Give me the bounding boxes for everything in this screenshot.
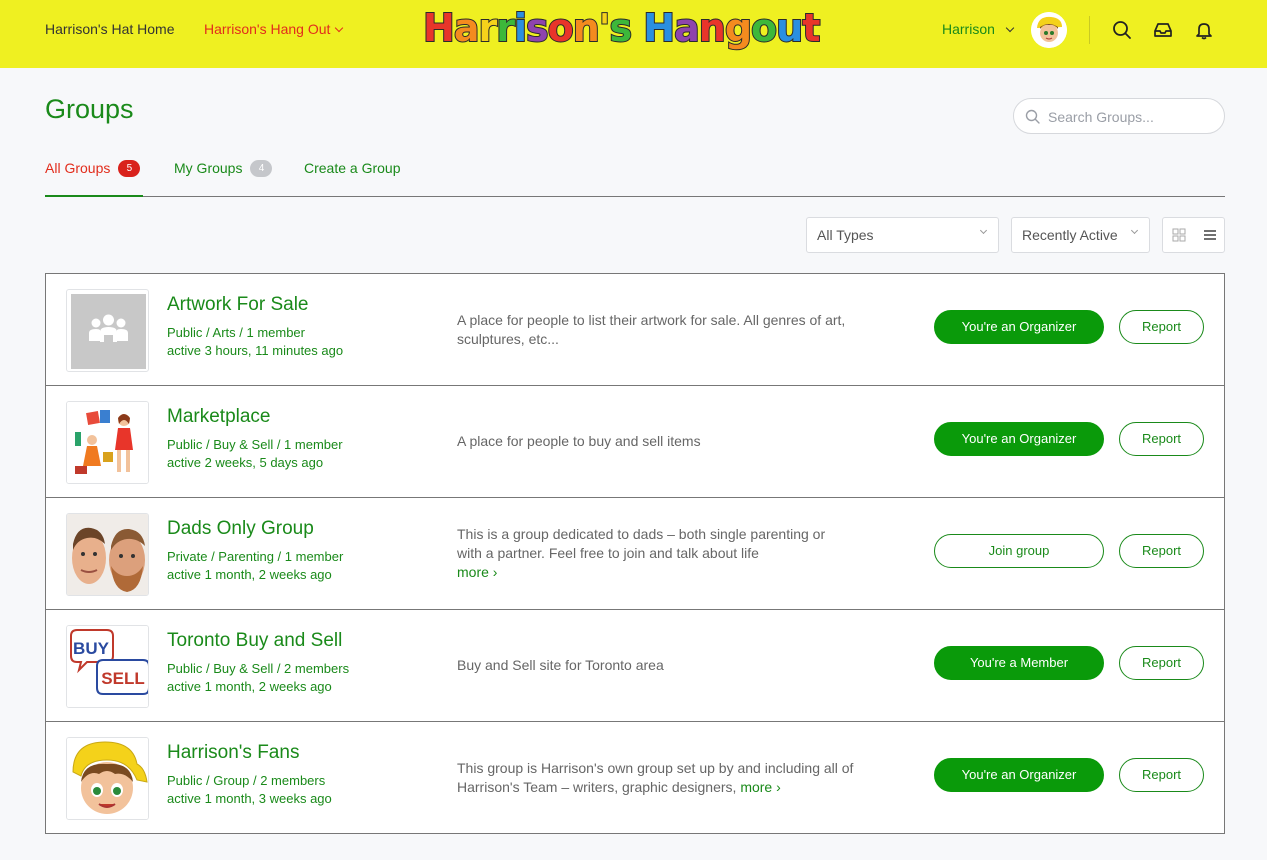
group-order-value: Recently Active xyxy=(1022,227,1118,243)
avatar[interactable] xyxy=(1031,12,1067,48)
group-last-active: active 1 month, 2 weeks ago xyxy=(167,567,332,582)
list-view-button[interactable] xyxy=(1194,218,1225,252)
group-row: Artwork For Sale Public / Arts / 1 membe… xyxy=(46,274,1224,386)
group-row: Harrison's Fans Public / Group / 2 membe… xyxy=(46,722,1224,834)
nav-hangout-label: Harrison's Hang Out xyxy=(204,21,331,37)
group-description-text: Buy and Sell site for Toronto area xyxy=(457,657,664,673)
group-avatar[interactable] xyxy=(66,513,149,596)
search-groups-input[interactable] xyxy=(1048,107,1213,127)
organizer-button[interactable]: You're an Organizer xyxy=(934,310,1104,344)
group-name[interactable]: Artwork For Sale xyxy=(167,294,308,316)
nav-hangout-menu[interactable]: Harrison's Hang Out xyxy=(204,21,344,37)
group-type-info: Public / Buy & Sell / 2 members xyxy=(167,661,350,676)
chevron-down-icon xyxy=(979,226,988,235)
organizer-button[interactable]: You're an Organizer xyxy=(934,422,1104,456)
group-tabs: All Groups 5 My Groups 4 Create a Group xyxy=(45,158,1225,197)
group-meta: Public / Buy & Sell / 2 members active 1… xyxy=(167,660,349,696)
chevron-down-icon xyxy=(335,23,344,32)
group-type-info: Public / Group / 2 members xyxy=(167,773,326,788)
group-description-text: A place for people to list their artwork… xyxy=(457,312,846,347)
report-button[interactable]: Report xyxy=(1119,758,1204,792)
report-button[interactable]: Report xyxy=(1119,422,1204,456)
group-type-info: Private / Parenting / 1 member xyxy=(167,549,344,564)
organizer-button[interactable]: You're an Organizer xyxy=(934,758,1104,792)
site-logo[interactable]: Harrison's Hangout xyxy=(422,4,821,52)
nav-hat-home-link[interactable]: Harrison's Hat Home xyxy=(45,21,175,37)
user-menu[interactable]: Harrison xyxy=(942,21,1015,37)
group-name[interactable]: Toronto Buy and Sell xyxy=(167,630,342,652)
report-button[interactable]: Report xyxy=(1119,646,1204,680)
user-name-label: Harrison xyxy=(942,21,995,37)
tab-create-group-label: Create a Group xyxy=(304,160,401,176)
all-groups-count-badge: 5 xyxy=(118,159,141,177)
group-description: This is a group dedicated to dads – both… xyxy=(457,525,842,582)
group-description: Buy and Sell site for Toronto area xyxy=(457,656,857,675)
group-type-info: Public / Arts / 1 member xyxy=(167,325,305,340)
member-button[interactable]: You're a Member xyxy=(934,646,1104,680)
view-toggle xyxy=(1162,217,1225,253)
group-description-text: A place for people to buy and sell items xyxy=(457,433,701,449)
top-header: Harrison's Hat Home Harrison's Hang Out … xyxy=(0,0,1267,68)
active-tab-indicator xyxy=(45,195,143,197)
group-list: Artwork For Sale Public / Arts / 1 membe… xyxy=(45,273,1225,834)
group-row: Marketplace Public / Buy & Sell / 1 memb… xyxy=(46,386,1224,498)
group-description-text: This is a group dedicated to dads – both… xyxy=(457,526,826,561)
group-avatar[interactable] xyxy=(66,737,149,820)
report-button[interactable]: Report xyxy=(1119,534,1204,568)
group-type-value: All Types xyxy=(817,227,874,243)
group-name[interactable]: Dads Only Group xyxy=(167,518,314,540)
chevron-down-icon xyxy=(1005,23,1015,32)
tab-create-group[interactable]: Create a Group xyxy=(304,158,401,178)
inbox-icon[interactable] xyxy=(1153,20,1173,40)
grid-view-button[interactable] xyxy=(1163,218,1194,252)
group-order-select[interactable]: Recently Active xyxy=(1011,217,1150,253)
group-type-info: Public / Buy & Sell / 1 member xyxy=(167,437,343,452)
group-meta: Public / Buy & Sell / 1 member active 2 … xyxy=(167,436,343,472)
group-row: BUY SELL Toronto Buy and Sell Public / B… xyxy=(46,610,1224,722)
tab-my-groups-label: My Groups xyxy=(174,160,243,176)
search-icon[interactable] xyxy=(1112,20,1132,40)
my-groups-count-badge: 4 xyxy=(250,159,273,177)
group-description: A place for people to list their artwork… xyxy=(457,311,857,349)
search-groups-box[interactable] xyxy=(1013,98,1225,134)
bell-icon[interactable] xyxy=(1194,20,1214,40)
group-name[interactable]: Marketplace xyxy=(167,406,271,428)
header-divider xyxy=(1089,16,1090,44)
group-avatar[interactable] xyxy=(66,289,149,372)
join-group-button[interactable]: Join group xyxy=(934,534,1104,568)
group-meta: Public / Group / 2 members active 1 mont… xyxy=(167,772,332,808)
group-last-active: active 1 month, 2 weeks ago xyxy=(167,679,332,694)
tab-all-groups-label: All Groups xyxy=(45,160,111,176)
group-description: A place for people to buy and sell items xyxy=(457,432,857,451)
group-type-select[interactable]: All Types xyxy=(806,217,999,253)
group-description: This group is Harrison's own group set u… xyxy=(457,759,857,797)
tab-all-groups[interactable]: All Groups 5 xyxy=(45,158,141,178)
buy-label: BUY xyxy=(73,639,110,658)
more-link[interactable]: more › xyxy=(457,564,497,580)
page-title: Groups xyxy=(45,94,134,124)
group-last-active: active 1 month, 3 weeks ago xyxy=(167,791,332,806)
group-meta: Public / Arts / 1 member active 3 hours,… xyxy=(167,324,343,360)
sell-label: SELL xyxy=(101,669,144,688)
group-last-active: active 3 hours, 11 minutes ago xyxy=(167,343,344,358)
group-last-active: active 2 weeks, 5 days ago xyxy=(167,455,324,470)
report-button[interactable]: Report xyxy=(1119,310,1204,344)
group-description-text: This group is Harrison's own group set u… xyxy=(457,760,854,795)
search-icon xyxy=(1025,109,1041,125)
grid-icon xyxy=(1172,228,1185,242)
chevron-down-icon xyxy=(1130,226,1139,235)
tab-my-groups[interactable]: My Groups 4 xyxy=(174,158,273,178)
group-meta: Private / Parenting / 1 member active 1 … xyxy=(167,548,343,584)
more-link[interactable]: more › xyxy=(740,779,780,795)
group-avatar[interactable] xyxy=(66,401,149,484)
group-name[interactable]: Harrison's Fans xyxy=(167,742,299,764)
group-avatar[interactable]: BUY SELL xyxy=(66,625,149,708)
list-icon xyxy=(1203,230,1216,240)
group-row: Dads Only Group Private / Parenting / 1 … xyxy=(46,498,1224,610)
